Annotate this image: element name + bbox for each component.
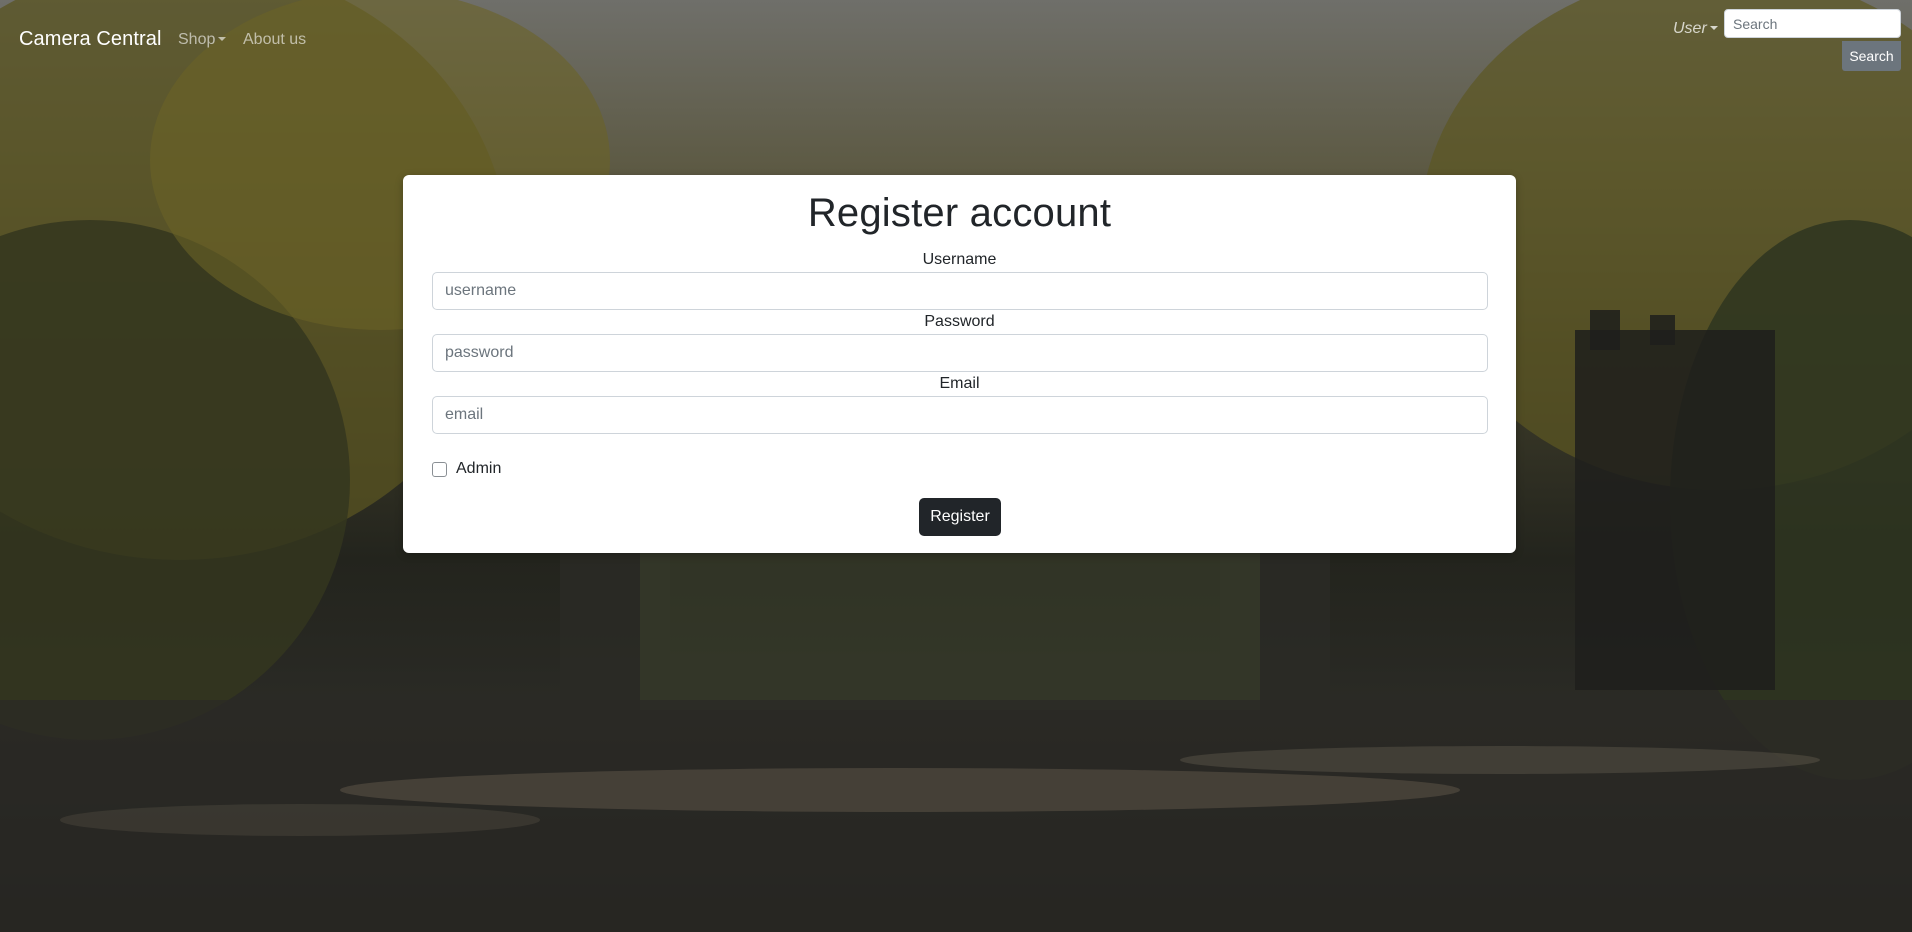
about-us-link[interactable]: About us [243, 31, 306, 49]
password-field[interactable] [432, 334, 1488, 372]
register-card: Register account Username Password Email… [403, 175, 1516, 553]
top-navbar: Camera Central Shop About us User Search [0, 0, 1912, 80]
brand-logo-link[interactable]: Camera Central [19, 28, 162, 51]
email-label: Email [939, 375, 980, 392]
search-button[interactable]: Search [1842, 41, 1901, 71]
admin-label: Admin [456, 460, 502, 477]
shop-dropdown[interactable]: Shop [178, 31, 227, 49]
user-dropdown[interactable]: User [1673, 20, 1718, 38]
password-label: Password [924, 313, 995, 330]
username-label: Username [922, 251, 997, 268]
shop-label: Shop [178, 31, 216, 48]
email-field[interactable] [432, 396, 1488, 434]
user-label: User [1673, 20, 1707, 37]
chevron-down-icon [218, 36, 227, 41]
search-input[interactable] [1724, 9, 1901, 38]
register-button[interactable]: Register [919, 498, 1001, 536]
chevron-down-icon [1709, 25, 1718, 30]
admin-checkbox[interactable] [432, 462, 447, 477]
page-title: Register account [807, 191, 1112, 235]
username-field[interactable] [432, 272, 1488, 310]
